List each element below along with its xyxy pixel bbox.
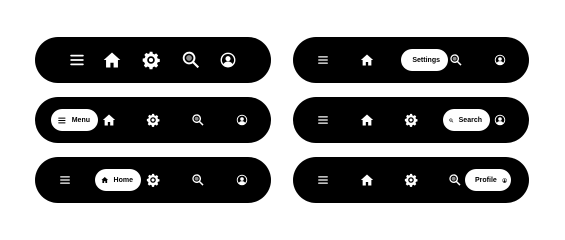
settings-label: Settings — [412, 56, 440, 64]
menu-label: Menu — [71, 116, 90, 124]
nav-bar-profile-active: Profile — [293, 157, 529, 203]
search-icon[interactable] — [449, 174, 462, 187]
profile-icon[interactable] — [236, 114, 248, 126]
home-icon[interactable] — [102, 113, 116, 127]
menu-icon[interactable] — [317, 114, 330, 127]
home-pill-button[interactable]: Home — [95, 169, 141, 191]
gear-icon[interactable] — [146, 113, 160, 127]
search-icon[interactable] — [192, 114, 205, 127]
home-icon[interactable] — [360, 53, 374, 67]
nav-bar-settings-active: Settings — [293, 37, 529, 83]
profile-label: Profile — [475, 176, 497, 184]
search-icon — [449, 114, 454, 127]
nav-bar-menu-active: Menu — [35, 97, 271, 143]
menu-icon[interactable] — [59, 174, 72, 187]
profile-icon[interactable] — [494, 114, 506, 126]
search-icon[interactable] — [450, 54, 463, 67]
menu-icon[interactable] — [317, 174, 330, 187]
gear-icon[interactable] — [142, 51, 161, 70]
nav-bar-home-active: Home — [35, 157, 271, 203]
menu-icon — [57, 114, 67, 127]
profile-pill-button[interactable]: Profile — [465, 169, 511, 191]
menu-pill-button[interactable]: Menu — [51, 109, 98, 131]
nav-bar-search-active: Search — [293, 97, 529, 143]
menu-icon[interactable] — [317, 54, 330, 67]
home-icon — [101, 173, 109, 187]
profile-icon[interactable] — [220, 52, 237, 69]
profile-icon[interactable] — [236, 174, 248, 186]
home-icon[interactable] — [360, 173, 374, 187]
search-icon[interactable] — [192, 174, 205, 187]
home-icon[interactable] — [360, 113, 374, 127]
gear-icon[interactable] — [404, 173, 418, 187]
profile-icon[interactable] — [494, 54, 506, 66]
home-label: Home — [113, 176, 133, 184]
gear-icon[interactable] — [146, 173, 160, 187]
search-label: Search — [458, 116, 482, 124]
profile-icon — [502, 174, 507, 187]
search-pill-button[interactable]: Search — [443, 109, 490, 131]
nav-bar-default — [35, 37, 271, 83]
gear-icon[interactable] — [404, 113, 418, 127]
search-icon[interactable] — [182, 51, 201, 70]
menu-icon[interactable] — [68, 51, 86, 69]
settings-pill-button[interactable]: Settings — [401, 49, 448, 71]
home-icon[interactable] — [103, 51, 122, 70]
